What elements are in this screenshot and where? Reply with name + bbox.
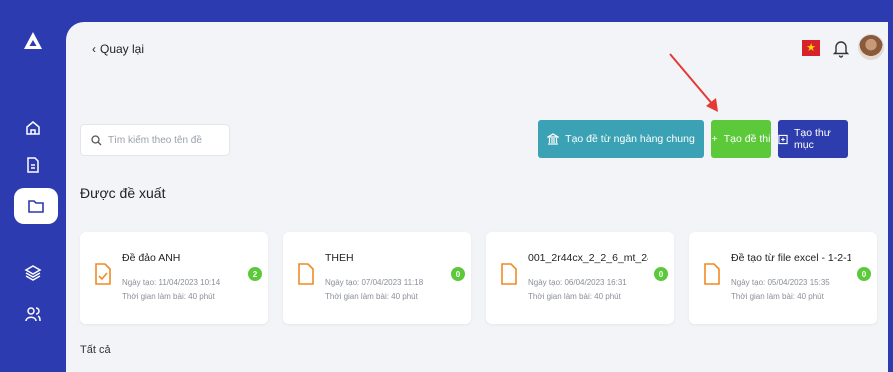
create-exam-button[interactable]: + Tạo đề thi [711, 120, 771, 158]
card-date: Ngày tạo: 05/04/2023 15:35 [731, 278, 830, 287]
folder-icon [28, 200, 44, 213]
card-title: 001_2r44cx_2_2_6_mt_24_... [528, 252, 648, 264]
sidebar-item-folders[interactable] [14, 188, 58, 224]
search-box[interactable] [80, 124, 230, 156]
question-count-badge: 0 [654, 267, 668, 281]
all-section-title: Tất cả [80, 344, 111, 356]
back-label: Quay lại [100, 42, 145, 56]
annotation-arrow-icon [669, 53, 718, 112]
question-count-badge: 0 [857, 267, 871, 281]
sidebar-item-users[interactable] [0, 296, 66, 332]
top-bar: ‹ Quay lại ★ [66, 22, 888, 82]
create-exam-label: Tạo đề thi [723, 133, 771, 145]
exam-card[interactable]: Đề tạo từ file excel - 1-2-15... Ngày tạ… [689, 232, 877, 324]
folder-plus-icon [778, 134, 788, 144]
card-title: Đề tạo từ file excel - 1-2-15... [731, 252, 851, 264]
card-duration: Thời gian làm bài: 40 phút [731, 292, 824, 301]
suggested-section-title: Được đề xuất [80, 185, 166, 201]
question-count-badge: 0 [451, 267, 465, 281]
create-folder-button[interactable]: Tạo thư mục [778, 120, 848, 158]
sidebar-item-home[interactable] [0, 110, 66, 146]
card-duration: Thời gian làm bài: 40 phút [528, 292, 621, 301]
exam-card[interactable]: Đề đảo ANH Ngày tạo: 11/04/2023 10:14 Th… [80, 232, 268, 324]
document-icon [298, 263, 314, 285]
document-check-icon [95, 263, 111, 285]
main-panel: ‹ Quay lại ★ Tạo đề từ ngân hàng chung +… [66, 22, 888, 372]
question-count-badge: 2 [248, 267, 262, 281]
card-date: Ngày tạo: 06/04/2023 16:31 [528, 278, 627, 287]
card-title: THEH [325, 252, 354, 264]
document-icon [27, 157, 39, 173]
bell-icon[interactable] [832, 38, 850, 58]
sidebar-item-question-bank[interactable] [0, 255, 66, 291]
layers-icon [24, 265, 42, 281]
card-duration: Thời gian làm bài: 40 phút [325, 292, 418, 301]
chevron-left-icon: ‹ [92, 42, 96, 56]
document-icon [501, 263, 517, 285]
back-link[interactable]: ‹ Quay lại [92, 42, 144, 56]
sidebar-item-documents[interactable] [0, 147, 66, 183]
create-from-bank-button[interactable]: Tạo đề từ ngân hàng chung [538, 120, 704, 158]
card-date: Ngày tạo: 07/04/2023 11:18 [325, 278, 424, 287]
exam-card[interactable]: THEH Ngày tạo: 07/04/2023 11:18 Thời gia… [283, 232, 471, 324]
card-title: Đề đảo ANH [122, 252, 181, 264]
plus-icon: + [711, 133, 718, 145]
sidebar [0, 0, 66, 372]
search-icon [91, 134, 102, 145]
users-icon [25, 307, 41, 322]
search-input[interactable] [108, 134, 218, 146]
create-from-bank-label: Tạo đề từ ngân hàng chung [565, 133, 695, 145]
home-icon [26, 121, 40, 135]
card-date: Ngày tạo: 11/04/2023 10:14 [122, 278, 221, 287]
document-icon [704, 263, 720, 285]
avatar[interactable] [858, 34, 884, 60]
vietnam-flag-icon[interactable]: ★ [802, 40, 820, 56]
logo-icon[interactable] [22, 30, 44, 52]
card-duration: Thời gian làm bài: 40 phút [122, 292, 215, 301]
bank-icon [547, 133, 560, 145]
exam-card[interactable]: 001_2r44cx_2_2_6_mt_24_... Ngày tạo: 06/… [486, 232, 674, 324]
create-folder-label: Tạo thư mục [793, 127, 831, 151]
